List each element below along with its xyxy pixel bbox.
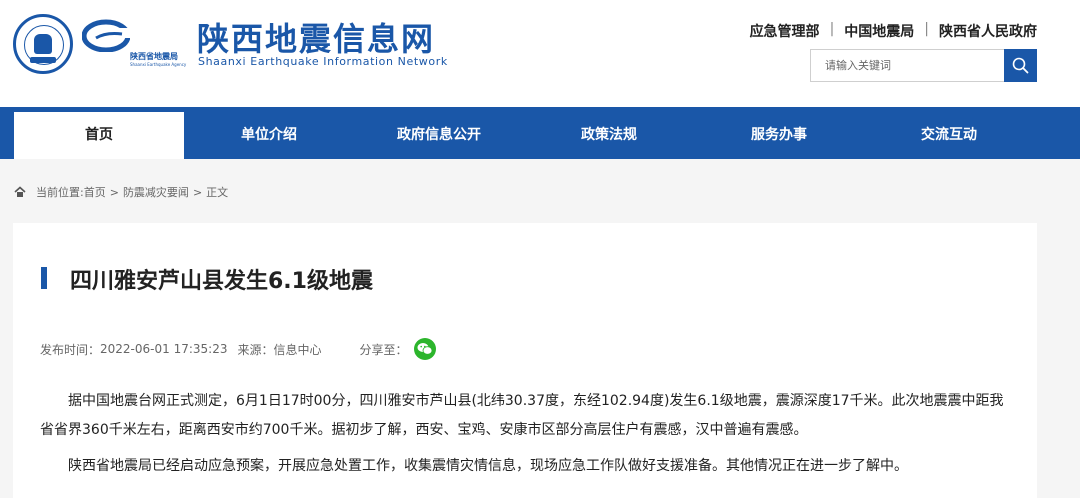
nav-item-about[interactable]: 单位介绍 xyxy=(184,112,354,159)
article-paragraph: 陕西省地震局已经启动应急预案，开展应急处置工作，收集震情灾情信息，现场应急工作队… xyxy=(68,458,908,474)
article-meta: 发布时间： 2022-06-01 17:35:23 来源： 信息中心 分享至： xyxy=(40,338,436,360)
wechat-share-icon[interactable] xyxy=(413,338,436,360)
top-link-emergency-ministry[interactable]: 应急管理部 xyxy=(750,21,820,41)
article-card: 四川雅安芦山县发生6.1级地震 发布时间： 2022-06-01 17:35:2… xyxy=(13,223,1037,498)
top-link-separator: | xyxy=(829,21,835,37)
nav-item-interaction[interactable]: 交流互动 xyxy=(864,112,1034,159)
breadcrumb-prefix: 当前位置: xyxy=(36,186,84,199)
site-header: 陕西省地震局 Shaanxi Earthquake Agency 陕西地震信息网… xyxy=(0,0,1080,107)
top-link-separator: | xyxy=(924,21,929,37)
agency-logo-english: Shaanxi Earthquake Agency xyxy=(130,62,187,67)
nav-item-services[interactable]: 服务办事 xyxy=(694,112,864,159)
search-input[interactable] xyxy=(811,50,1005,81)
breadcrumb-current: 正文 xyxy=(206,186,229,199)
breadcrumb-category[interactable]: 防震减灾要闻 xyxy=(123,184,189,200)
site-subtitle: Shaanxi Earthquake Information Network xyxy=(198,55,448,68)
title-accent-bar xyxy=(41,267,47,289)
source-label: 来源： xyxy=(237,342,274,357)
main-nav: 首页 单位介绍 政府信息公开 政策法规 服务办事 交流互动 xyxy=(0,107,1080,159)
top-links: 应急管理部 | 中国地震局 | 陕西省人民政府 xyxy=(750,21,1037,41)
search-button[interactable] xyxy=(1004,49,1037,82)
home-icon xyxy=(14,186,26,197)
search-box xyxy=(810,49,1037,82)
article-paragraph: 据中国地震台网正式测定，6月1日17时00分，四川雅安市芦山县(北纬30.37度… xyxy=(40,393,1004,438)
site-title[interactable]: 陕西地震信息网 xyxy=(197,14,435,60)
publish-time: 2022-06-01 17:35:23 xyxy=(100,342,228,356)
article-title: 四川雅安芦山县发生6.1级地震 xyxy=(70,269,373,294)
top-link-shaanxi-government[interactable]: 陕西省人民政府 xyxy=(939,21,1037,41)
breadcrumb: 当前位置: 首页 > 防震减灾要闻 > 正文 xyxy=(14,183,228,201)
share-label: 分享至： xyxy=(359,342,408,357)
emblem-logo-icon[interactable] xyxy=(13,14,73,74)
nav-item-policy[interactable]: 政策法规 xyxy=(524,112,694,159)
nav-item-home[interactable]: 首页 xyxy=(14,112,184,159)
search-icon xyxy=(1012,57,1029,74)
nav-item-gov-info[interactable]: 政府信息公开 xyxy=(354,112,524,159)
top-link-china-earthquake-admin[interactable]: 中国地震局 xyxy=(844,21,914,41)
breadcrumb-separator: > xyxy=(192,185,203,199)
breadcrumb-separator: > xyxy=(109,185,119,199)
breadcrumb-home[interactable]: 首页 xyxy=(84,184,106,200)
publish-time-label: 发布时间： xyxy=(40,342,101,357)
source-value: 信息中心 xyxy=(273,342,322,357)
agency-logo-text: 陕西省地震局 xyxy=(130,52,178,61)
earthquake-agency-logo-icon[interactable]: 陕西省地震局 Shaanxi Earthquake Agency xyxy=(82,18,192,68)
